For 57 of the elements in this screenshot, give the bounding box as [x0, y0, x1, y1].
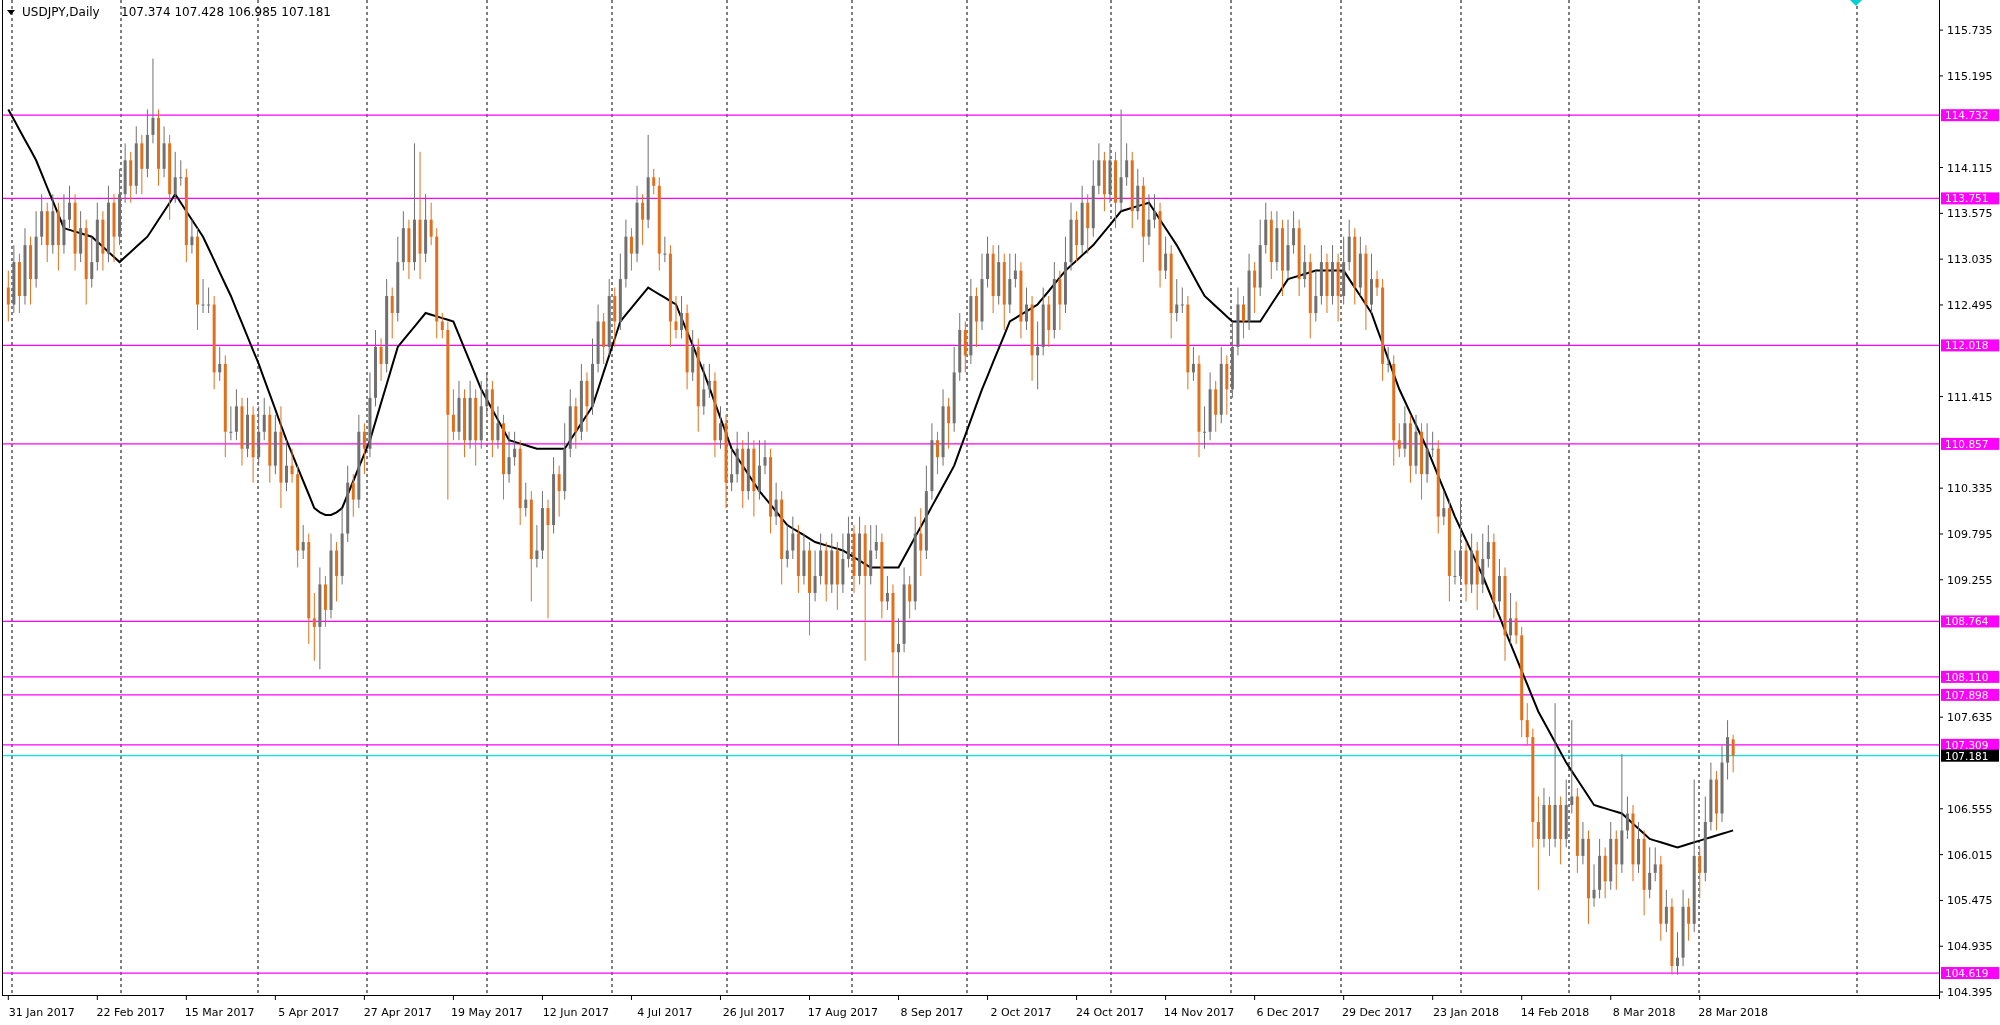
- axis-label: 8 Mar 2018: [1612, 1006, 1676, 1019]
- axis-label: 106.015: [1947, 848, 1993, 862]
- axis-label: 5 Apr 2017: [278, 1006, 340, 1019]
- price-tag: 113.751: [1941, 192, 1999, 205]
- price-tag: 110.857: [1941, 437, 1999, 450]
- price-tag: 112.018: [1941, 339, 1999, 352]
- axis-label: 111.415: [1947, 390, 1993, 404]
- axis-label: 2 Oct 2017: [990, 1006, 1052, 1019]
- axis-label: 104.395: [1947, 986, 1993, 1000]
- axis-label: 31 Jan 2017: [8, 1006, 75, 1019]
- axis-label: 26 Jul 2017: [722, 1006, 785, 1019]
- axis-label: 12 Jun 2017: [542, 1006, 609, 1019]
- axis-label: 115.195: [1947, 69, 1993, 83]
- axis-label: 105.475: [1947, 894, 1993, 908]
- ref-line-label: 108.110: [1945, 670, 1989, 683]
- axis-label: 113.575: [1947, 207, 1993, 221]
- ref-line-label: 112.018: [1945, 339, 1989, 352]
- price-tag: 114.732: [1941, 109, 1999, 122]
- axis-label: 14 Nov 2017: [1163, 1006, 1235, 1019]
- axis-label: 4 Jul 2017: [637, 1006, 693, 1019]
- axis-label: 109.795: [1947, 527, 1993, 541]
- price-tag: 108.110: [1941, 670, 1999, 683]
- price-tag: 108.764: [1941, 615, 1999, 628]
- axis-label: 106.555: [1947, 802, 1993, 816]
- ref-line-label: 107.181: [1945, 749, 1989, 762]
- price-tag: 107.898: [1941, 688, 1999, 701]
- price-tag: 107.309: [1941, 738, 1999, 751]
- axis-label: 114.115: [1947, 161, 1993, 175]
- axis-label: 22 Feb 2017: [96, 1006, 165, 1019]
- symbol-label: USDJPY,Daily: [22, 5, 100, 19]
- axis-label: 15 Mar 2017: [184, 1006, 255, 1019]
- ref-line-label: 110.857: [1945, 437, 1989, 450]
- axis-label: 109.255: [1947, 573, 1993, 587]
- axis-label: 19 May 2017: [450, 1006, 523, 1019]
- axis-label: 28 Mar 2018: [1698, 1006, 1768, 1019]
- axis-label: 23 Jan 2018: [1433, 1006, 1500, 1019]
- axis-label: 24 Oct 2017: [1075, 1006, 1144, 1019]
- axis-label: 107.635: [1947, 711, 1993, 725]
- axis-label: 115.735: [1947, 24, 1993, 38]
- axis-label: 29 Dec 2017: [1341, 1006, 1413, 1019]
- ref-line-label: 113.751: [1945, 192, 1989, 205]
- price-tag: 104.619: [1941, 967, 1999, 980]
- axis-label: 27 Apr 2017: [363, 1006, 432, 1019]
- axis-label: 14 Feb 2018: [1520, 1006, 1590, 1019]
- ref-line-label: 104.619: [1945, 967, 1989, 980]
- axis-label: 110.335: [1947, 482, 1993, 496]
- ref-line-label: 107.898: [1945, 688, 1989, 701]
- axis-label: 6 Dec 2017: [1256, 1006, 1320, 1019]
- axis-label: 112.495: [1947, 298, 1993, 312]
- ref-line-label: 114.732: [1945, 109, 1989, 122]
- axis-label: 17 Aug 2017: [807, 1006, 879, 1019]
- ohlc-values: 107.374 107.428 106.985 107.181: [121, 5, 331, 19]
- ref-line-label: 107.309: [1945, 738, 1989, 751]
- axis-label: 8 Sep 2017: [900, 1006, 964, 1019]
- axis-label: 104.935: [1947, 940, 1993, 954]
- axis-label: 113.035: [1947, 253, 1993, 267]
- ref-line-label: 108.764: [1945, 615, 1989, 628]
